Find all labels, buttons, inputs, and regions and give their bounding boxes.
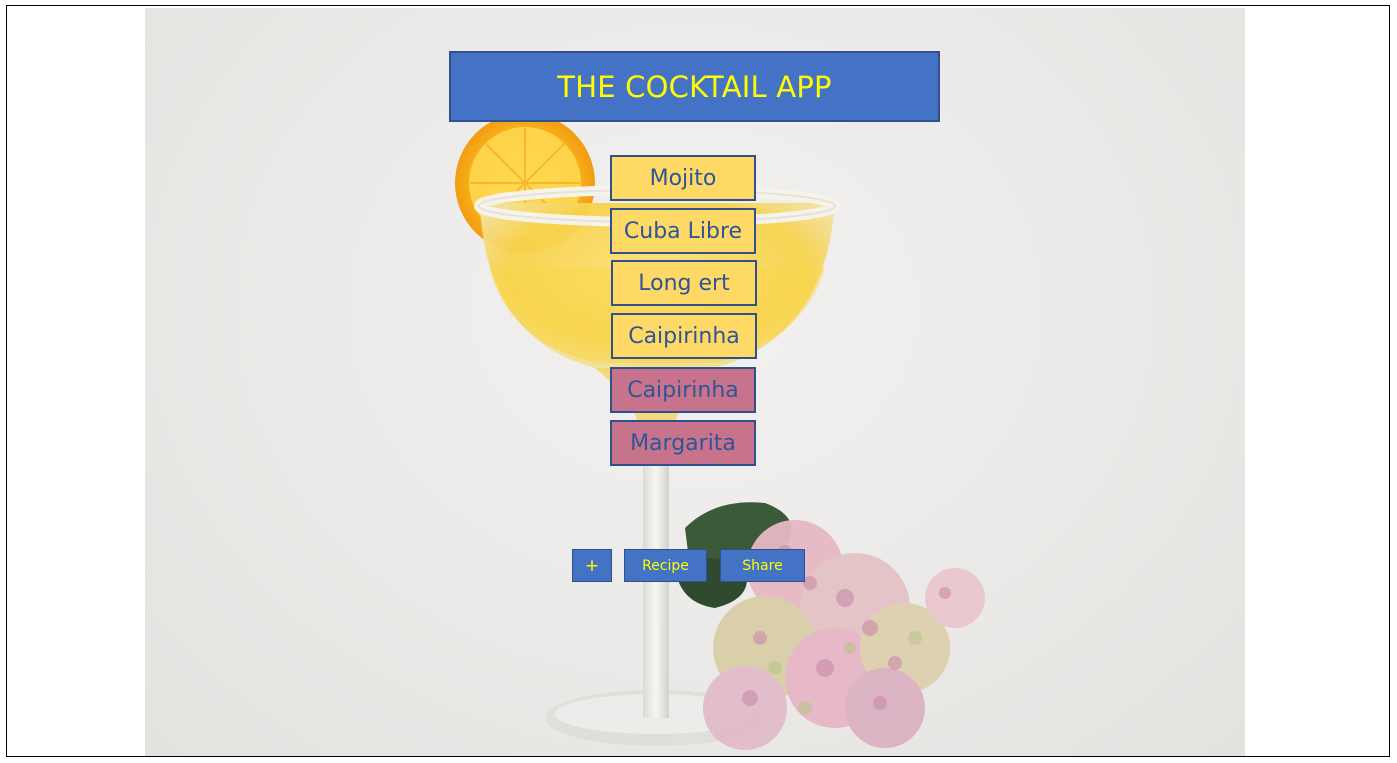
add-button[interactable]: + xyxy=(572,549,612,582)
app-title: THE COCKTAIL APP xyxy=(449,51,940,122)
slide-frame: THE COCKTAIL APP Mojito Cuba Libre Long … xyxy=(6,5,1390,757)
drink-item-long-ert[interactable]: Long ert xyxy=(611,260,757,306)
recipe-button[interactable]: Recipe xyxy=(624,549,707,582)
drink-item-cuba-libre[interactable]: Cuba Libre xyxy=(610,208,756,254)
drink-item-caipirinha[interactable]: Caipirinha xyxy=(611,313,757,359)
drink-item-margarita[interactable]: Margarita xyxy=(610,420,756,466)
share-button[interactable]: Share xyxy=(720,549,805,582)
drink-item-mojito[interactable]: Mojito xyxy=(610,155,756,201)
drink-item-caipirinha-selected[interactable]: Caipirinha xyxy=(610,367,756,413)
